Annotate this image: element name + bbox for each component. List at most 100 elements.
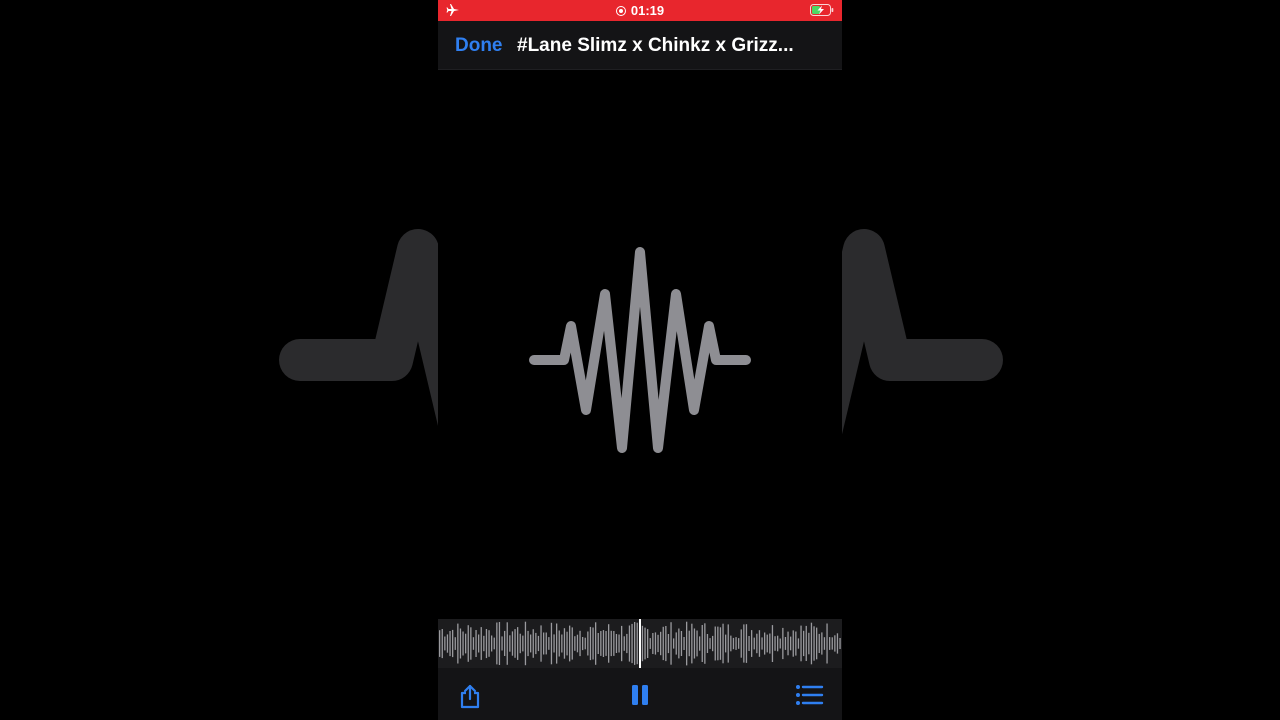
waveform-bar [514,629,516,658]
waveform-bar [641,625,644,662]
waveform-bar [566,631,568,656]
waveform-bar [553,634,555,653]
waveform-bar [725,634,727,653]
waveform-bar [636,622,638,665]
waveform-bar [771,625,774,662]
waveform-bar [589,626,592,661]
waveform-bar [743,624,745,663]
waveform-bar [712,635,714,652]
waveform-bar [769,633,771,654]
waveform-bar [727,624,729,663]
waveform-bar [634,622,636,665]
waveform-bar [699,636,701,651]
waveform-bar [597,633,599,654]
waveform-bar [821,632,823,655]
waveform-bar [683,637,685,650]
waveform-bar [610,630,612,657]
waveform-bar [550,622,553,665]
waveform-bar [673,638,675,649]
waveform-bar [465,633,467,654]
waveform-bar [826,623,828,664]
waveform-bar [753,637,755,650]
waveform-bar [667,634,670,654]
waveform-bar [579,630,581,657]
waveform-bar [558,630,560,657]
share-icon[interactable] [455,680,485,710]
waveform-bar [730,635,732,652]
navigation-bar: Done #Lane Slimz x Chinkz x Grizz... [438,21,842,70]
waveform-bar [657,634,659,653]
done-button[interactable]: Done [455,35,503,57]
waveform-bar [782,627,784,660]
waveform-bar [836,633,839,654]
waveform-bar [660,631,662,656]
waveform-bar [626,633,628,654]
waveform-bar [816,627,818,660]
waveform-bar [803,630,805,657]
waveform-bar [449,631,451,657]
waveform-bar [704,623,706,664]
waveform-bar [532,629,534,658]
waveform-bar [501,636,503,651]
waveform-bar [574,636,576,651]
waveform-bar [535,632,537,655]
waveform-bar [792,630,794,657]
waveform-bar [756,633,758,654]
waveform-bar [483,635,485,652]
recording-icon [615,6,626,16]
recording-title: #Lane Slimz x Chinkz x Grizz... [517,35,794,56]
waveform-bar [493,637,495,650]
waveform-bar [491,635,493,652]
waveform-bar [576,634,579,653]
waveform-bar [561,634,563,653]
waveform-bar [509,635,511,652]
waveform-bar [584,637,586,650]
waveform-bar [654,632,657,655]
waveform-bar [777,635,779,652]
waveform-bar [758,630,761,657]
waveform-bar [761,637,763,650]
waveform-bar [511,631,514,656]
pause-icon[interactable] [625,680,655,710]
waveform-bar [701,625,703,662]
waveform-bar [545,632,547,655]
waveform-bar [608,624,610,663]
list-icon[interactable] [794,680,824,710]
waveform-bar [732,637,735,650]
waveform-bar [444,636,446,651]
waveform-bar [665,626,667,662]
waveform-bar [522,635,524,652]
waveform-bar [688,630,690,657]
waveform-bar [764,632,766,655]
waveform-bar [748,636,750,651]
waveform-bar [524,621,527,666]
battery-charging-icon [810,4,834,16]
waveform-bar [446,634,449,653]
bottom-toolbar [438,668,842,720]
waveform-scrubber[interactable] [438,619,842,668]
screen-recording-frame: 01:19 Done #Lane Slimz x Chinkz x Grizz.… [0,0,1280,720]
waveform-bar [623,636,625,651]
waveform-bar [717,626,719,661]
waveform-bar [647,629,649,658]
waveform-bar [571,627,573,660]
waveform-bar [595,622,597,665]
waveform-bar [745,624,748,663]
waveform-bar [441,629,443,659]
playhead[interactable] [639,619,641,668]
waveform-bar [706,634,709,653]
waveform-bar [556,623,558,664]
waveform-bar [649,638,651,649]
waveform-bar [678,628,680,659]
waveform-bar [618,634,620,653]
waveform-bar [540,625,542,662]
waveform-bar [751,630,753,657]
waveform-bar [563,628,566,659]
waveform-bar [439,630,441,657]
waveform-bar [829,637,831,650]
waveform-bar [530,634,532,653]
waveform-bar [735,637,737,650]
waveform-bar [519,633,521,654]
waveform-bar [675,632,677,655]
waveform-bar [504,630,506,656]
